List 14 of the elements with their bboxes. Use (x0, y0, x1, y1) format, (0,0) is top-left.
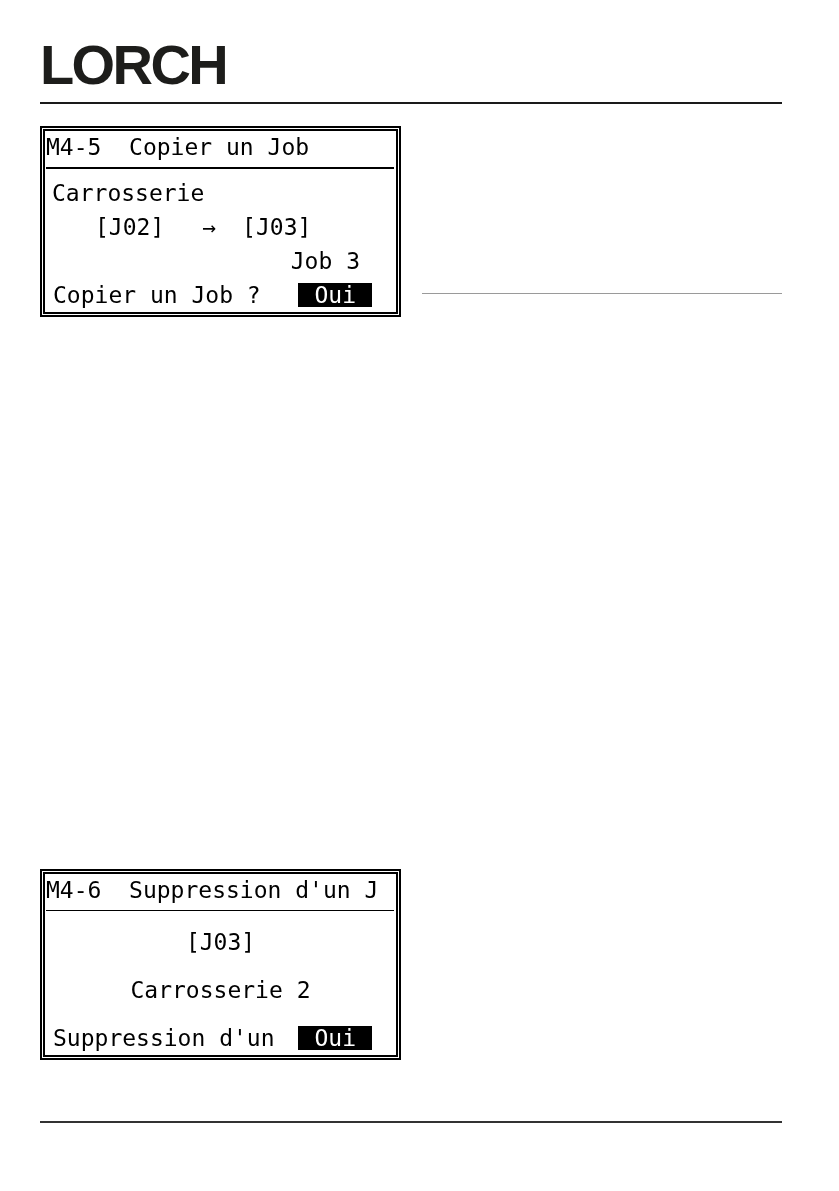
brand-logo: LORCH (40, 45, 227, 85)
answer-option: Oui (298, 283, 372, 307)
screen-title: M4-6 Suppression d'un J (45, 876, 380, 905)
job-name: Carrosserie (52, 180, 205, 206)
job-name: Carrosserie 2 (130, 977, 311, 1003)
screen-title: M4-5 Copier un Job (45, 133, 311, 162)
prompt-text: Copier un Job ? (53, 281, 261, 310)
job-number: [J03] (185, 929, 256, 955)
answer-option: Oui (298, 1026, 372, 1050)
arrow-icon: → (202, 210, 217, 244)
job-number: [J02] (95, 213, 165, 242)
prompt-text: Suppression d'un (53, 1024, 275, 1053)
job-number: [J03] (242, 213, 312, 242)
job-name: Job 3 (290, 248, 360, 274)
